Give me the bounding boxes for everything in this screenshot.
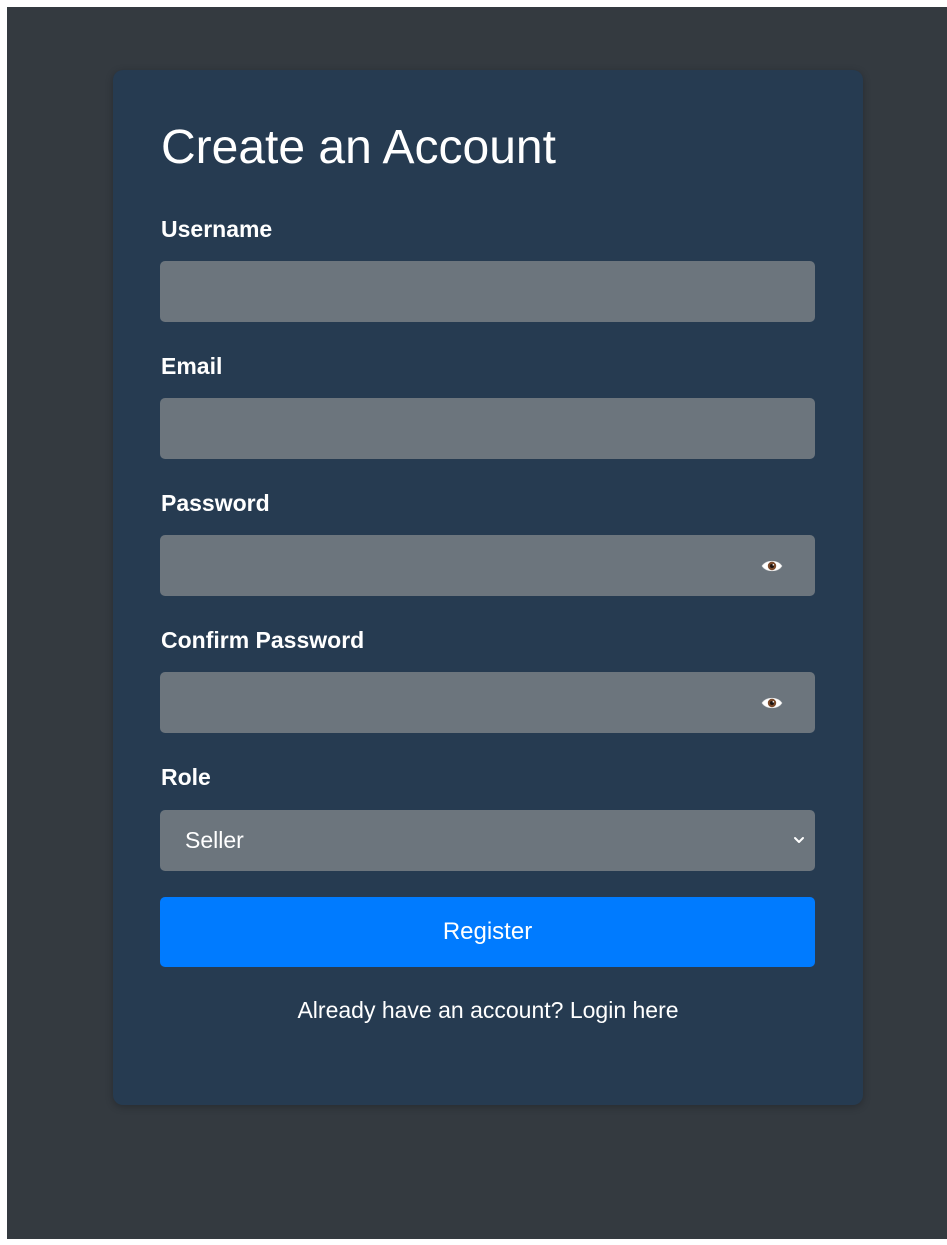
email-label: Email [161,353,223,379]
password-input[interactable] [160,535,815,596]
password-label: Password [161,490,270,516]
form-title: Create an Account [161,121,556,174]
username-field-box [160,261,815,322]
confirm-password-input[interactable] [160,672,815,733]
confirm-password-field-box [160,672,815,733]
password-field-box [160,535,815,596]
role-label: Role [161,764,211,790]
email-input[interactable] [160,398,815,459]
role-selected-value: Seller [185,827,244,853]
confirm-password-label: Confirm Password [161,627,365,653]
chevron-down-icon [794,837,804,843]
login-prompt-text: Already have an account? [297,997,564,1023]
login-link[interactable]: Login here [570,997,679,1023]
username-input[interactable] [160,261,815,322]
register-card: Create an Account Username Email Passwor… [113,70,863,1105]
login-prompt: Already have an account? Login here [113,995,863,1025]
role-select[interactable]: Seller [160,810,815,871]
register-button[interactable]: Register [160,897,815,967]
eye-icon[interactable] [761,559,783,573]
email-field-box [160,398,815,459]
eye-icon[interactable] [761,696,783,710]
username-label: Username [161,216,273,242]
